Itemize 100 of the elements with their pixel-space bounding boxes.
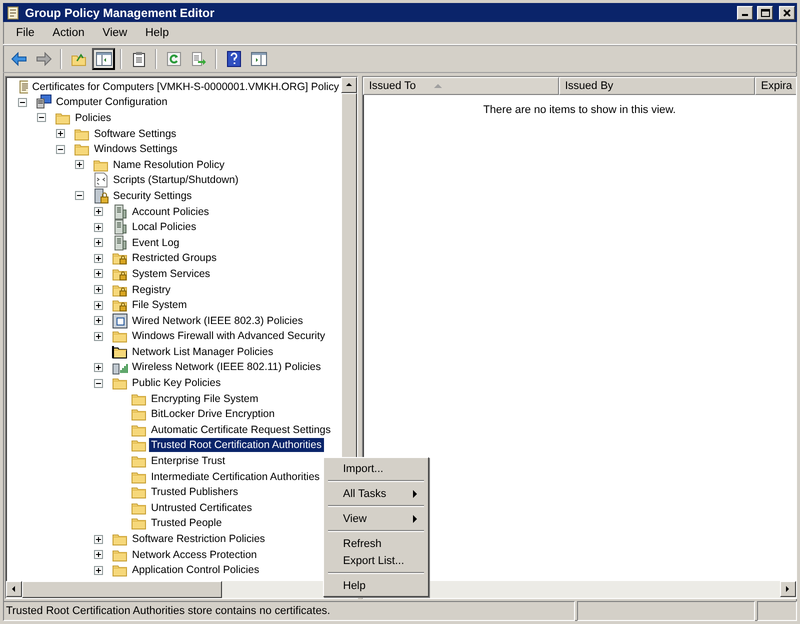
- back-arrow-icon: [10, 52, 26, 66]
- expand-icon[interactable]: [94, 316, 103, 326]
- submenu-arrow-icon: [413, 490, 418, 498]
- tree-item[interactable]: Automatic Certificate Request Settings: [149, 422, 333, 437]
- empty-list-message: There are no items to show in this view.: [483, 104, 676, 116]
- tree-item[interactable]: Windows Firewall with Advanced Security: [130, 329, 328, 344]
- refresh-icon: [166, 51, 182, 67]
- expand-icon[interactable]: [94, 534, 103, 544]
- menu-item[interactable]: View: [94, 25, 136, 41]
- tree-item[interactable]: Certificates for Computers [VMKH-S-0000001.VMKH.ORG] Policy: [30, 80, 341, 94]
- menu-item[interactable]: All Tasks: [326, 485, 426, 502]
- sort-ascending-icon: [434, 83, 442, 89]
- expand-icon[interactable]: [94, 207, 103, 216]
- right-arrow-icon: [784, 585, 792, 593]
- maximize-button[interactable]: [757, 6, 773, 20]
- menu-item[interactable]: Export List...: [326, 552, 426, 569]
- action-pane-icon: [250, 52, 266, 66]
- menu-item[interactable]: View: [326, 510, 426, 527]
- expand-icon[interactable]: [56, 129, 65, 138]
- scroll-icon: [17, 78, 28, 95]
- menu-item[interactable]: File: [7, 25, 44, 41]
- column-header[interactable]: Expira: [755, 77, 796, 95]
- tree-item[interactable]: Encrypting File System: [149, 392, 260, 406]
- folder-up-icon: [70, 51, 86, 67]
- network-icon: [112, 312, 128, 329]
- tree-item[interactable]: Registry: [130, 282, 173, 297]
- expand-icon[interactable]: [94, 285, 103, 294]
- tree-item[interactable]: Name Resolution Policy: [111, 158, 226, 172]
- submenu-arrow-icon: [413, 514, 418, 522]
- expand-icon[interactable]: [75, 160, 84, 170]
- folder-icon: [112, 344, 128, 360]
- tree-item[interactable]: Enterprise Trust: [149, 454, 228, 468]
- tree-item[interactable]: Trusted Root Certification Authorities: [149, 438, 324, 452]
- computer-icon: [36, 94, 52, 110]
- tree-item[interactable]: Windows Settings: [92, 142, 180, 156]
- forward-arrow-icon: [36, 52, 52, 66]
- expand-icon[interactable]: [94, 566, 103, 575]
- expand-icon[interactable]: [94, 222, 103, 232]
- menu-item[interactable]: Import...: [326, 460, 426, 477]
- tree-item[interactable]: BitLocker Drive Encryption: [149, 407, 277, 422]
- up-arrow-icon: [345, 81, 353, 89]
- close-button[interactable]: [779, 6, 795, 20]
- tree-item[interactable]: Application Control Policies: [130, 563, 262, 578]
- minimize-button[interactable]: [737, 6, 753, 20]
- tree-item[interactable]: Intermediate Certification Authorities: [149, 470, 322, 484]
- tree-item[interactable]: File System: [130, 298, 189, 312]
- collapse-icon[interactable]: [18, 98, 27, 107]
- tree-item[interactable]: Scripts (Startup/Shutdown): [111, 173, 240, 188]
- tree-item[interactable]: Untrusted Certificates: [149, 500, 254, 515]
- clipboard-icon: [132, 51, 146, 67]
- tree-item[interactable]: Policies: [73, 110, 114, 125]
- left-arrow-icon: [10, 585, 18, 593]
- tree-item[interactable]: Network Access Protection: [130, 548, 259, 562]
- expand-icon[interactable]: [94, 362, 103, 372]
- expand-icon[interactable]: [94, 550, 103, 560]
- collapse-icon[interactable]: [75, 191, 84, 200]
- tree-item[interactable]: Security Settings: [111, 188, 194, 203]
- export-icon: [190, 51, 206, 67]
- tree-item[interactable]: Software Restriction Policies: [130, 532, 268, 546]
- tree-item[interactable]: Trusted Publishers: [149, 485, 240, 500]
- tree-item[interactable]: Event Log: [130, 236, 182, 250]
- tree-item[interactable]: Network List Manager Policies: [130, 344, 276, 359]
- expand-icon[interactable]: [94, 238, 103, 248]
- server-icon: [112, 219, 128, 236]
- expand-icon[interactable]: [94, 332, 103, 341]
- close-icon: [783, 8, 791, 16]
- expand-icon[interactable]: [94, 300, 103, 310]
- menu-item[interactable]: Help: [326, 577, 426, 594]
- menu-item[interactable]: Action: [44, 25, 94, 41]
- server-icon: [112, 234, 128, 251]
- menu-item[interactable]: Refresh: [326, 535, 426, 552]
- scroll-icon: [5, 4, 21, 20]
- column-header[interactable]: Issued By: [559, 77, 755, 95]
- server-icon: [112, 204, 128, 220]
- menu-item[interactable]: Help: [136, 25, 178, 41]
- help-icon: [226, 51, 240, 67]
- show-tree-button[interactable]: [92, 48, 115, 70]
- tree-item[interactable]: Public Key Policies: [130, 376, 223, 390]
- status-panel: [757, 601, 797, 621]
- tree-item[interactable]: Wireless Network (IEEE 802.11) Policies: [130, 360, 323, 374]
- tree-item[interactable]: Computer Configuration: [54, 95, 170, 110]
- maximize-icon: [760, 8, 770, 16]
- tree-item[interactable]: Wired Network (IEEE 802.3) Policies: [130, 314, 305, 328]
- collapse-icon[interactable]: [56, 144, 65, 154]
- locked-server-icon: [93, 188, 109, 204]
- tree-item[interactable]: Restricted Groups: [130, 251, 219, 266]
- expand-icon[interactable]: [94, 254, 103, 263]
- tree-pane-icon: [96, 52, 112, 66]
- tree-item[interactable]: Trusted People: [149, 516, 224, 530]
- tree-item[interactable]: Software Settings: [92, 126, 178, 141]
- expand-icon[interactable]: [94, 269, 103, 278]
- window-title: Group Policy Management Editor: [25, 6, 216, 20]
- tree-item[interactable]: System Services: [130, 266, 212, 281]
- collapse-icon[interactable]: [94, 378, 103, 388]
- script-icon: [93, 172, 109, 188]
- tree-item[interactable]: Account Policies: [130, 204, 212, 219]
- collapse-icon[interactable]: [37, 113, 46, 122]
- tree-item[interactable]: Local Policies: [130, 220, 198, 234]
- status-text: Trusted Root Certification Authorities store contains no certificates.: [3, 601, 575, 621]
- column-header[interactable]: Issued To: [363, 77, 559, 95]
